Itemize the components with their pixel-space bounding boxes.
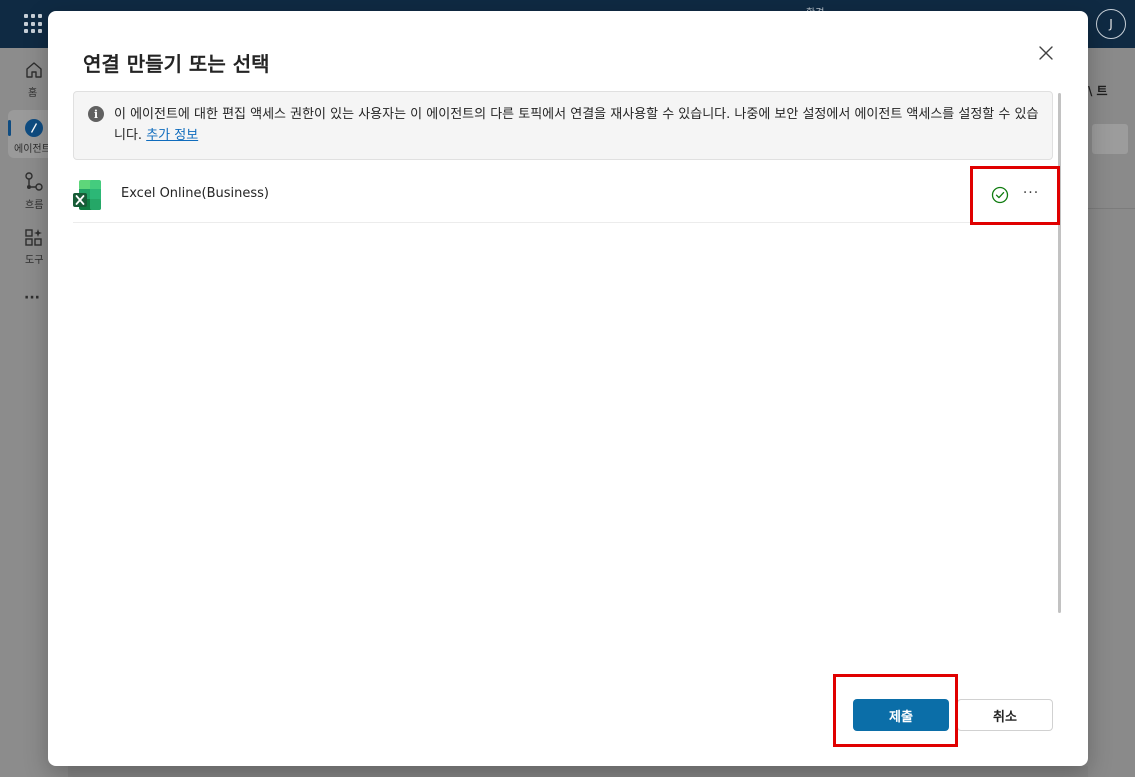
check-circle-icon — [991, 186, 1009, 204]
close-button[interactable] — [1032, 39, 1060, 67]
info-message: 이 에이전트에 대한 편집 액세스 권한이 있는 사용자는 이 에이전트의 다른… — [114, 104, 1042, 146]
connection-row[interactable]: Excel Online(Business) ··· — [73, 169, 1053, 223]
home-icon[interactable] — [24, 60, 44, 80]
more-icon[interactable]: ··· — [24, 290, 40, 306]
info-icon: i — [88, 106, 104, 122]
dialog-title: 연결 만들기 또는 선택 — [83, 52, 270, 76]
connection-name: Excel Online(Business) — [121, 186, 269, 201]
agent-icon[interactable] — [24, 118, 44, 138]
rail-active-indicator — [8, 120, 11, 136]
submit-button[interactable]: 제출 — [853, 699, 949, 731]
rail-label-agent: 에이전트 — [14, 144, 51, 155]
flow-icon[interactable] — [24, 172, 44, 192]
learn-more-link[interactable]: 추가 정보 — [146, 128, 198, 143]
background-panel-text: \ 트 — [1088, 84, 1108, 98]
tools-icon[interactable] — [24, 228, 44, 248]
close-icon — [1039, 46, 1053, 60]
background-panel-divider — [1088, 208, 1135, 209]
app-launcher-icon[interactable] — [24, 14, 44, 34]
scrollbar[interactable] — [1058, 93, 1061, 613]
info-message-bar: i 이 에이전트에 대한 편집 액세스 권한이 있는 사용자는 이 에이전트의 … — [73, 91, 1053, 160]
background-panel: \ 트 — [1088, 48, 1135, 777]
rail-label-flow: 흐름 — [25, 200, 44, 211]
avatar[interactable]: J — [1096, 9, 1126, 39]
background-panel-box — [1092, 124, 1128, 154]
connection-dialog: 연결 만들기 또는 선택 i 이 에이전트에 대한 편집 액세스 권한이 있는 … — [48, 11, 1088, 766]
excel-icon — [73, 180, 101, 210]
more-options-button[interactable]: ··· — [1017, 181, 1045, 205]
cancel-button[interactable]: 취소 — [957, 699, 1053, 731]
info-message-text: 이 에이전트에 대한 편집 액세스 권한이 있는 사용자는 이 에이전트의 다른… — [114, 107, 1039, 143]
rail-label-tools: 도구 — [25, 255, 44, 266]
rail-label-home: 홈 — [28, 88, 38, 99]
background-footer — [68, 766, 1088, 777]
